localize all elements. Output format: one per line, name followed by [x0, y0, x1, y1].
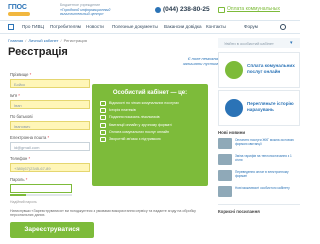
news-item[interactable]: Зміна тарифів на теплопостачання з 1 січ… [218, 154, 300, 168]
news-thumbnail [218, 138, 232, 149]
history-icon [100, 108, 106, 114]
phone-icon [155, 7, 161, 13]
patronymic-field[interactable]: Іванович [10, 121, 90, 130]
news-thumbnail [218, 170, 232, 181]
home-icon[interactable] [8, 24, 14, 30]
news-thumbnail [218, 186, 232, 197]
card-icon [100, 129, 106, 135]
password-strength-bar [10, 194, 72, 196]
benefit-item: Квитанції онлайн у зручному форматі [100, 122, 200, 128]
news-title: Нові новини [218, 130, 246, 135]
surname-field[interactable]: Бойко [10, 79, 90, 88]
phone-label: Телефон * [10, 156, 31, 161]
receipt-icon [100, 122, 106, 128]
chevron-down-icon: ▾ [290, 40, 293, 46]
benefits-panel: Особистий кабінет — це: Відомості по чіт… [92, 84, 208, 186]
password-strength-fill [10, 194, 26, 196]
required-note: Є поле неможна залишати пустим [182, 56, 218, 66]
receipts-link[interactable]: Оплата коммунальных [227, 6, 280, 12]
email-label: Електронна пошта * [10, 135, 50, 140]
phone-number[interactable]: (044) 238-80-25 [163, 6, 210, 13]
password-hint: Надійний пароль [10, 200, 37, 204]
breadcrumb: Главная / Личный кабинет / Регистрация [8, 38, 87, 43]
password-label: Пароль * [10, 177, 28, 182]
nav-item-vacancies[interactable]: Вакансии довідка [164, 24, 202, 29]
breadcrumb-separator: / [25, 38, 27, 43]
nav-item-about[interactable]: Про ГИВЦ [22, 24, 44, 29]
news-item[interactable]: Оплатити послуги ЖКГ можна за новою форм… [218, 138, 300, 152]
nav-item-news[interactable]: Новости [86, 24, 104, 29]
patronymic-label: По батькові [10, 114, 33, 119]
benefit-item: Оплата комунальних послуг онлайн [100, 129, 200, 135]
history-card[interactable]: Перегляньте історію нарахувань [218, 90, 300, 126]
phone-field[interactable]: +380(67)2345-67-89 [10, 163, 90, 172]
site-header: ГПОС Бюджетное учреждение «Городской инф… [0, 0, 300, 21]
receipt-icon [218, 7, 225, 13]
register-button[interactable]: Зареєструватися [10, 222, 94, 238]
breadcrumb-cabinet[interactable]: Личный кабинет [28, 38, 58, 43]
breadcrumb-separator: / [60, 38, 62, 43]
search-icon[interactable] [280, 24, 286, 30]
meter-icon [100, 115, 106, 121]
benefit-item: Подання показань лічильників [100, 115, 200, 121]
links-title: Корисні посилання [218, 209, 260, 214]
cabinet-login-label: Увійти в особистий кабінет [224, 41, 274, 46]
pay-icon [225, 61, 243, 79]
logo-underline [8, 12, 30, 16]
info-icon [100, 101, 106, 106]
history-icon [225, 99, 243, 117]
benefit-item: Історія платежів [100, 108, 200, 114]
pay-online-label: Сплата комунальних послуг онлайн [247, 63, 295, 74]
benefits-title: Особистий кабінет — це: [112, 90, 188, 96]
name-field[interactable]: Іван [10, 100, 90, 109]
nav-item-contacts[interactable]: Контакты [206, 24, 226, 29]
nav-item-forum[interactable]: Форум [244, 24, 258, 29]
logo-text: ГПОС [8, 4, 27, 11]
benefit-item: Відомості по чітких комунальних послугах [100, 101, 200, 106]
news-thumbnail [218, 154, 232, 165]
main-nav: Про ГИВЦ Потребителям Новости Полезные д… [0, 21, 300, 34]
cabinet-login-bar[interactable]: Увійти в особистий кабінет ▾ [218, 38, 300, 48]
surname-label: Прізвище * [10, 72, 32, 77]
breadcrumb-current: Регистрация [63, 38, 87, 43]
org-name: Бюджетное учреждение «Городской информац… [60, 3, 111, 16]
news-item[interactable]: Переведення оплат в електронному форматі [218, 170, 300, 184]
pay-online-card[interactable]: Сплата комунальних послуг онлайн [218, 52, 300, 88]
name-label: Ім'я * [10, 93, 20, 98]
news-item[interactable]: Нові можливості особистого кабінету [218, 186, 300, 200]
sidebar: Увійти в особистий кабінет ▾ Сплата кому… [218, 34, 300, 244]
password-field[interactable] [10, 184, 72, 193]
nav-item-consumers[interactable]: Потребителям [50, 24, 81, 29]
page-title: Реєстрація [8, 46, 68, 58]
nav-item-documents[interactable]: Полезные документы [112, 24, 158, 29]
site-logo[interactable]: ГПОС [8, 4, 36, 17]
history-label: Перегляньте історію нарахувань [247, 101, 294, 112]
chat-icon [100, 137, 106, 143]
breadcrumb-home[interactable]: Главная [8, 38, 23, 43]
divider [218, 204, 300, 205]
benefit-item: Зворотній зв'язок з підтримкою [100, 137, 200, 143]
email-field[interactable]: id@gmail.com [10, 142, 90, 151]
consent-text: Натиснувши «Зареєструватися» ви погоджує… [10, 209, 196, 218]
